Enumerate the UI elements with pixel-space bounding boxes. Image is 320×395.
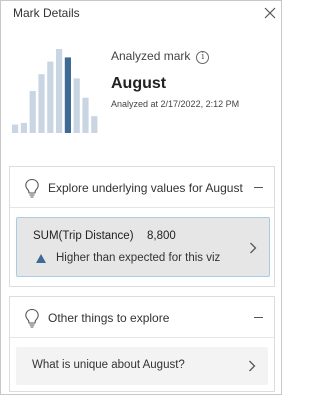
unique-about-card[interactable]: What is unique about August? bbox=[16, 347, 268, 385]
collapse-icon[interactable] bbox=[254, 187, 263, 188]
explore-values-header[interactable]: Explore underlying values for August bbox=[10, 167, 274, 207]
section-divider bbox=[10, 207, 274, 208]
analyzed-mark-info: Analyzed mark i August Analyzed at 2/17/2… bbox=[111, 47, 276, 109]
thumbnail-bar bbox=[29, 91, 36, 133]
section-divider bbox=[10, 337, 274, 338]
up-triangle-icon bbox=[36, 254, 46, 263]
expectation-description: Higher than expected for this viz bbox=[56, 252, 221, 264]
thumbnail-bar bbox=[91, 116, 98, 133]
other-things-section: Other things to explore What is unique a… bbox=[9, 296, 275, 392]
other-things-title: Other things to explore bbox=[48, 311, 170, 325]
measure-value: 8,800 bbox=[147, 230, 176, 242]
close-icon[interactable] bbox=[263, 6, 277, 20]
thumbnail-bar bbox=[56, 49, 63, 133]
thumbnail-bar-highlighted bbox=[64, 57, 71, 133]
analyzed-mark-label: Analyzed mark bbox=[111, 49, 191, 63]
mark-name: August bbox=[111, 75, 167, 92]
panel-header: Mark Details bbox=[1, 1, 281, 25]
mark-details-panel: Mark Details Analyzed mark i August Analy… bbox=[0, 0, 282, 395]
thumbnail-bar bbox=[38, 74, 45, 133]
chevron-right-icon bbox=[250, 242, 257, 254]
explore-values-title: Explore underlying values for August bbox=[48, 181, 243, 195]
other-things-header[interactable]: Other things to explore bbox=[10, 297, 274, 337]
mark-thumbnail-chart bbox=[12, 49, 98, 133]
lightbulb-icon bbox=[25, 308, 39, 328]
measure-name: SUM(Trip Distance) bbox=[33, 230, 134, 242]
thumbnail-bar bbox=[20, 122, 27, 133]
thumbnail-bar bbox=[47, 61, 54, 133]
info-icon[interactable]: i bbox=[196, 51, 210, 64]
analyzed-timestamp: Analyzed at 2/17/2022, 2:12 PM bbox=[111, 99, 240, 109]
thumbnail-bar bbox=[82, 97, 89, 133]
panel-title: Mark Details bbox=[13, 6, 80, 20]
lightbulb-icon bbox=[25, 178, 39, 198]
chevron-right-icon bbox=[249, 360, 256, 372]
unique-about-text: What is unique about August? bbox=[32, 359, 185, 371]
thumbnail-bar bbox=[73, 78, 80, 133]
explore-values-section: Explore underlying values for August SUM… bbox=[9, 166, 275, 287]
collapse-icon[interactable] bbox=[254, 317, 263, 318]
thumbnail-bar bbox=[12, 124, 19, 133]
explain-data-card[interactable]: SUM(Trip Distance) 8,800 Higher than exp… bbox=[16, 217, 270, 277]
